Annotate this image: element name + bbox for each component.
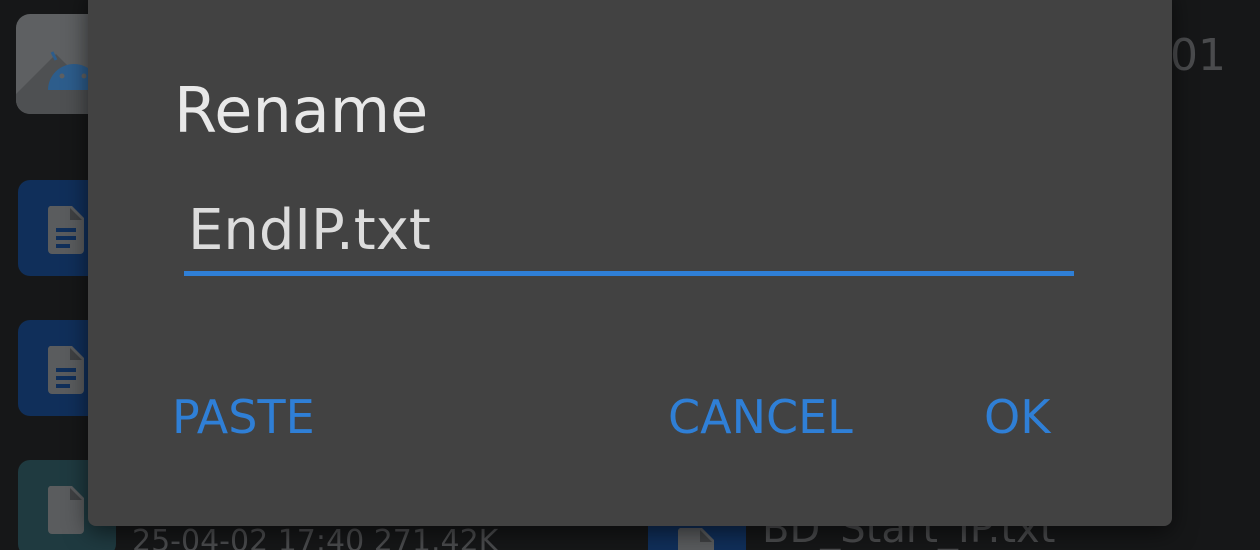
- header-number: 01: [1170, 30, 1226, 81]
- screen: 01 25-04-02 17:40 271.42K BD_Start_IP.tx…: [0, 0, 1260, 550]
- document-icon: [47, 206, 84, 254]
- document-icon: [677, 528, 714, 550]
- paste-button[interactable]: PASTE: [172, 390, 315, 444]
- cancel-button[interactable]: CANCEL: [668, 390, 853, 444]
- file-meta: 25-04-02 17:40 271.42K: [132, 524, 499, 550]
- rename-dialog: Rename PASTE CANCEL OK: [88, 0, 1172, 526]
- dialog-title: Rename: [174, 74, 429, 147]
- blank-file-icon: [47, 486, 84, 534]
- document-icon: [47, 346, 84, 394]
- filename-input[interactable]: [184, 196, 1074, 276]
- ok-button[interactable]: OK: [984, 390, 1050, 444]
